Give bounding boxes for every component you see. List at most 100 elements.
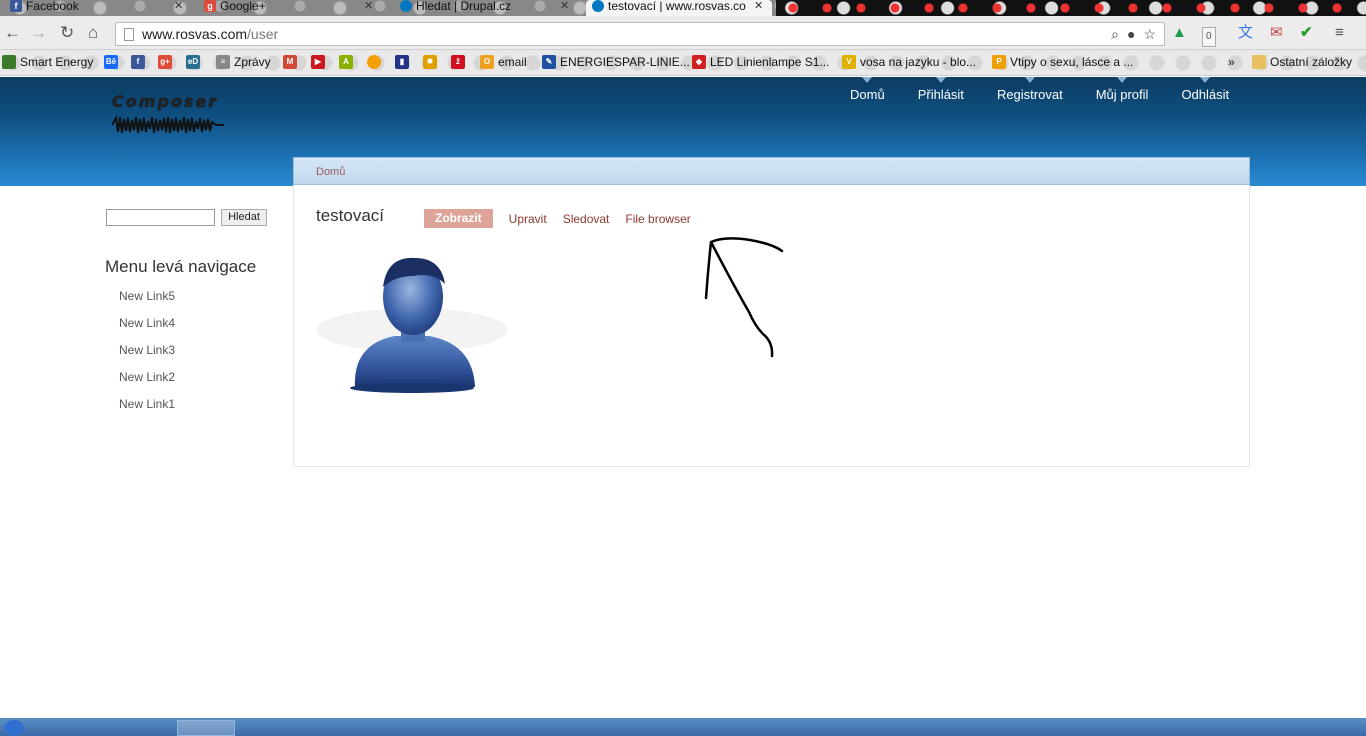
energiespar-icon: ✎ xyxy=(542,55,556,69)
menu-icon[interactable]: ≡ xyxy=(1335,24,1344,42)
mail-checker-icon[interactable]: ✉ xyxy=(1270,24,1283,42)
bookmarks-overflow[interactable]: » xyxy=(1228,55,1235,69)
main-navigation: Domů Přihlásit Registrovat Můj profil Od… xyxy=(850,77,1262,102)
led-icon: ◆ xyxy=(692,55,706,69)
forward-arrow-icon[interactable]: → xyxy=(30,24,47,42)
page-title: testovací xyxy=(316,206,385,225)
breadcrumb: Domů xyxy=(293,157,1250,185)
nav-indicator xyxy=(1117,77,1128,83)
star-icon[interactable]: ☆ xyxy=(1143,23,1156,45)
bookmark-led[interactable]: ◆ LED Linienlampe S1... xyxy=(692,55,829,69)
browser-tab-rosvas[interactable]: testovací | www.rosvas.co ✕ xyxy=(586,0,772,16)
tab-view[interactable]: Zobrazit xyxy=(424,209,493,228)
zive-icon: ž xyxy=(451,55,465,69)
bookmark-gmail[interactable]: M xyxy=(283,55,297,69)
nav-link-register[interactable]: Registrovat xyxy=(997,77,1063,102)
bookmark-android[interactable]: A xyxy=(339,55,353,69)
browser-tab-drupal[interactable]: Hledat | Drupal.cz ✕ xyxy=(394,0,569,16)
browser-tab-google-plus[interactable]: g Google+ ✕ xyxy=(198,0,373,16)
home-icon[interactable]: ⌂ xyxy=(88,24,98,42)
taskbar-active-app[interactable] xyxy=(177,720,235,736)
extension-badge[interactable]: 0 xyxy=(1202,27,1216,47)
tab-title: Google+ xyxy=(220,0,266,13)
site-logo[interactable]: Composer xyxy=(112,92,232,142)
bookmark-other[interactable]: Ostatní záložky xyxy=(1252,55,1352,69)
page-icon xyxy=(124,28,134,41)
bookmark-label: Smart Energy xyxy=(20,55,94,69)
nav-link-home[interactable]: Domů xyxy=(850,77,885,102)
bookmark-label: email xyxy=(498,55,527,69)
google-drive-icon[interactable]: ▲ xyxy=(1172,24,1187,42)
news-icon: ≡ xyxy=(216,55,230,69)
back-arrow-icon[interactable]: ← xyxy=(4,24,21,42)
hand-drawn-arrow xyxy=(704,237,784,358)
youtube-icon: ▶ xyxy=(311,55,325,69)
reload-icon[interactable]: ↻ xyxy=(60,24,74,42)
bookmark-zive[interactable]: ž xyxy=(451,55,465,69)
nav-label: Můj profil xyxy=(1095,87,1149,102)
start-button-icon[interactable] xyxy=(4,720,24,736)
close-icon[interactable]: ✕ xyxy=(174,0,183,12)
drupal-icon xyxy=(592,0,604,12)
facebook-icon: f xyxy=(131,55,145,69)
bookmark-facebook[interactable]: f xyxy=(131,55,145,69)
translate-icon[interactable]: 文 xyxy=(1238,24,1253,42)
folder-icon xyxy=(1252,55,1266,69)
sidebar-link-5[interactable]: New Link5 xyxy=(119,289,175,316)
close-icon[interactable]: ✕ xyxy=(754,0,763,12)
sidebar-link-3[interactable]: New Link3 xyxy=(119,343,175,370)
bookmark-smart-energy[interactable]: Smart Energy xyxy=(2,55,93,69)
close-icon[interactable]: ✕ xyxy=(560,0,569,12)
bookmarks-bar: Smart Energy Bē f g+ eD ≡ Zprávy M ▶ A ▮ … xyxy=(0,50,1366,76)
bookmark-orange[interactable] xyxy=(367,55,381,69)
bookmark-youtube[interactable]: ▶ xyxy=(311,55,325,69)
nav-indicator xyxy=(935,77,946,83)
vtipy-icon: P xyxy=(992,55,1006,69)
nav-link-profile[interactable]: Můj profil xyxy=(1095,77,1149,102)
sidebar-link-2[interactable]: New Link2 xyxy=(119,370,175,397)
nav-indicator xyxy=(1024,77,1035,83)
tab-follow[interactable]: Sledovat xyxy=(563,210,610,228)
bookmark-zpravy[interactable]: ≡ Zprávy xyxy=(216,55,271,69)
nav-link-logout[interactable]: Odhlásit xyxy=(1181,77,1230,102)
bookmark-vtipy[interactable]: P Vtipy o sexu, lásce a ... xyxy=(992,55,1133,69)
user-avatar xyxy=(316,257,508,393)
search-icon[interactable]: ⌕ xyxy=(1111,23,1119,45)
nav-label: Odhlásit xyxy=(1181,87,1230,102)
waveform-logo-icon xyxy=(112,114,224,134)
email-icon: O xyxy=(480,55,494,69)
bookmark-email[interactable]: Oemail xyxy=(480,55,527,69)
bookmark-label: Vtipy o sexu, lásce a ... xyxy=(1010,55,1134,69)
sidebar-link-1[interactable]: New Link1 xyxy=(119,397,175,424)
drupal-icon xyxy=(400,0,412,12)
orange-circle-icon xyxy=(367,55,381,69)
close-icon[interactable]: ✕ xyxy=(364,0,373,12)
bookmark-google-plus[interactable]: g+ xyxy=(158,55,172,69)
bookmark-be[interactable]: Bē xyxy=(104,55,118,69)
tab-edit[interactable]: Upravit xyxy=(509,210,547,228)
breadcrumb-home-link[interactable]: Domů xyxy=(316,166,345,178)
google-plus-icon: g xyxy=(204,0,216,12)
bookmark-label: vosa na jazyku - blo... xyxy=(860,55,977,69)
search-input[interactable] xyxy=(106,209,215,226)
address-bar[interactable]: www.rosvas.com/user ⌕ ● ☆ xyxy=(115,22,1165,46)
checkmark-icon[interactable]: ✔ xyxy=(1300,24,1313,42)
lightbulb-icon[interactable]: ● xyxy=(1127,23,1135,45)
sidebar-menu: New Link5 New Link4 New Link3 New Link2 … xyxy=(119,289,175,424)
user-tabs: Zobrazit Upravit Sledovat File browser xyxy=(424,209,707,228)
nav-link-login[interactable]: Přihlásit xyxy=(917,77,964,102)
tab-file-browser[interactable]: File browser xyxy=(625,210,690,228)
sidebar-link-4[interactable]: New Link4 xyxy=(119,316,175,343)
bookmark-ed[interactable]: eD xyxy=(186,55,200,69)
search-button[interactable]: Hledat xyxy=(221,209,267,226)
taskbar-app-icon[interactable] xyxy=(70,720,100,736)
browser-tab-facebook[interactable]: f Facebook ✕ xyxy=(4,0,183,16)
bookmark-energiespar[interactable]: ✎ ENERGIESPAR-LINIE... xyxy=(542,55,690,69)
bookmark-star-badge[interactable]: ✸ xyxy=(423,55,437,69)
nav-label: Přihlásit xyxy=(917,87,964,102)
bookmark-vosa[interactable]: Vvosa na jazyku - blo... xyxy=(842,55,976,69)
nav-indicator xyxy=(1200,77,1211,83)
bookmark-tag[interactable]: ▮ xyxy=(395,55,409,69)
bookmark-label: ENERGIESPAR-LINIE... xyxy=(560,55,690,69)
tab-title: Hledat | Drupal.cz xyxy=(416,0,512,13)
